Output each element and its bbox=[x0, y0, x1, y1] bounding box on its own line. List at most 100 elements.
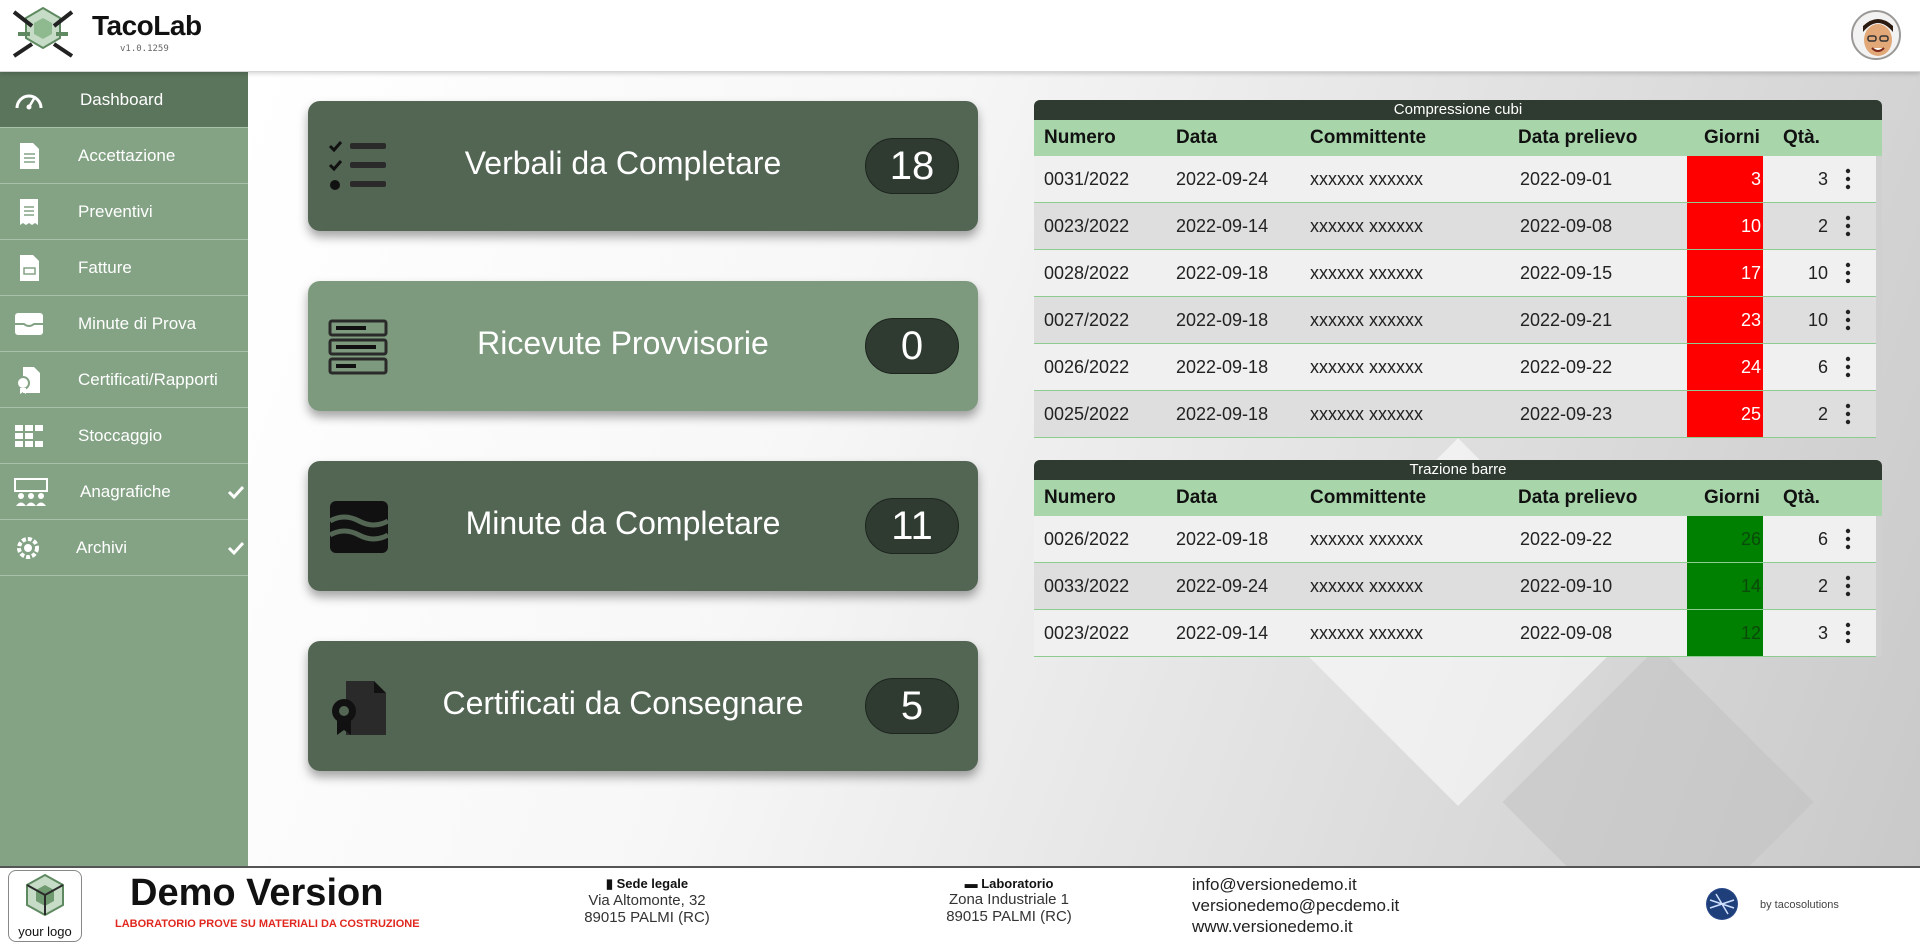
column-header-qta[interactable]: Qtà. bbox=[1783, 487, 1820, 509]
cell-giorni: 24 bbox=[1687, 344, 1763, 390]
column-header-numero[interactable]: Numero bbox=[1044, 487, 1116, 509]
footer: your logo Demo Version LABORATORIO PROVE… bbox=[0, 866, 1920, 942]
cell-committente: xxxxxx xxxxxx bbox=[1310, 576, 1424, 596]
table-row[interactable]: 0026/2022 2022-09-18 xxxxxx xxxxxx 2022-09-… bbox=[1034, 516, 1882, 563]
sidebar-item-accettazione[interactable]: Accettazione bbox=[0, 128, 248, 184]
cell-data-prelievo: 2022-09-15 bbox=[1520, 263, 1613, 283]
cell-committente: xxxxxx xxxxxx bbox=[1310, 216, 1424, 236]
certificate-icon bbox=[16, 367, 40, 394]
card-verbali-da-completare[interactable]: Verbali da Completare 18 bbox=[308, 101, 978, 231]
contact-website[interactable]: www.versionedemo.it bbox=[1192, 916, 1399, 937]
cell-data-prelievo: 2022-09-21 bbox=[1520, 310, 1613, 330]
table-header-row: Numero Data Committente Data prelievo Gi… bbox=[1034, 480, 1882, 516]
row-menu-kebab-icon[interactable] bbox=[1840, 575, 1856, 597]
app-version: v1.0.1259 bbox=[120, 44, 169, 54]
cell-numero: 0023/2022 bbox=[1044, 216, 1130, 236]
cell-giorni: 17 bbox=[1687, 250, 1763, 296]
user-avatar[interactable] bbox=[1851, 10, 1901, 60]
footer-lab-line1: Zona Industriale 1 bbox=[948, 891, 1070, 908]
footer-sede-heading: Sede legale bbox=[616, 876, 689, 891]
chevron-check-icon[interactable] bbox=[226, 538, 246, 558]
cell-qta: 3 bbox=[1817, 169, 1828, 189]
sidebar-item-certificati-rapporti[interactable]: Certificati/Rapporti bbox=[0, 352, 248, 408]
column-header-data[interactable]: Data bbox=[1176, 127, 1217, 149]
sidebar-item-label: Minute di Prova bbox=[78, 313, 197, 333]
sidebar-item-archivi[interactable]: Archivi bbox=[0, 520, 248, 576]
chevron-check-icon[interactable] bbox=[226, 482, 246, 502]
column-header-data[interactable]: Data bbox=[1176, 487, 1217, 509]
card-count-badge: 18 bbox=[865, 138, 959, 194]
cell-committente: xxxxxx xxxxxx bbox=[1310, 263, 1424, 283]
cell-giorni: 23 bbox=[1687, 297, 1763, 343]
column-header-data-prelievo[interactable]: Data prelievo bbox=[1518, 127, 1637, 149]
row-menu-kebab-icon[interactable] bbox=[1840, 309, 1856, 331]
footer-title: Demo Version bbox=[130, 872, 384, 914]
card-minute-da-completare[interactable]: Minute da Completare 11 bbox=[308, 461, 978, 591]
your-logo-placeholder: your logo bbox=[8, 870, 82, 942]
column-header-committente[interactable]: Committente bbox=[1310, 127, 1426, 149]
table-row[interactable]: 0023/2022 2022-09-14 xxxxxx xxxxxx 2022-09-… bbox=[1034, 203, 1882, 250]
column-header-giorni[interactable]: Giorni bbox=[1704, 487, 1760, 509]
row-menu-kebab-icon[interactable] bbox=[1840, 528, 1856, 550]
cell-numero: 0026/2022 bbox=[1044, 529, 1130, 549]
card-count-badge: 11 bbox=[865, 498, 959, 554]
row-menu-kebab-icon[interactable] bbox=[1840, 215, 1856, 237]
column-header-committente[interactable]: Committente bbox=[1310, 487, 1426, 509]
receipt-lines-icon bbox=[328, 319, 388, 375]
row-menu-kebab-icon[interactable] bbox=[1840, 262, 1856, 284]
cell-qta: 2 bbox=[1817, 576, 1828, 596]
column-header-giorni[interactable]: Giorni bbox=[1704, 127, 1760, 149]
table-compressione-cubi: Compressione cubi Numero Data Committent… bbox=[1034, 100, 1882, 438]
table-scrollbar[interactable] bbox=[1876, 156, 1882, 438]
column-header-qta[interactable]: Qtà. bbox=[1783, 127, 1820, 149]
row-menu-kebab-icon[interactable] bbox=[1840, 403, 1856, 425]
gauge-icon bbox=[15, 94, 43, 110]
table-row[interactable]: 0033/2022 2022-09-24 xxxxxx xxxxxx 2022-09-… bbox=[1034, 563, 1882, 610]
logo-caption: your logo bbox=[18, 924, 72, 939]
table-scrollbar[interactable] bbox=[1876, 516, 1882, 657]
cell-numero: 0028/2022 bbox=[1044, 263, 1130, 283]
card-certificati-da-consegnare[interactable]: Certificati da Consegnare 5 bbox=[308, 641, 978, 771]
table-body: 0026/2022 2022-09-18 xxxxxx xxxxxx 2022-09-… bbox=[1034, 516, 1882, 657]
card-count-badge: 0 bbox=[865, 318, 959, 374]
column-header-numero[interactable]: Numero bbox=[1044, 127, 1116, 149]
building-icon: ▮ bbox=[605, 876, 617, 891]
contact-pec[interactable]: versionedemo@pecdemo.it bbox=[1192, 895, 1399, 916]
table-row[interactable]: 0027/2022 2022-09-18 xxxxxx xxxxxx 2022-09-… bbox=[1034, 297, 1882, 344]
table-row[interactable]: 0028/2022 2022-09-18 xxxxxx xxxxxx 2022-09-… bbox=[1034, 250, 1882, 297]
top-header: TacoLab v1.0.1259 bbox=[0, 0, 1920, 72]
column-header-data-prelievo[interactable]: Data prelievo bbox=[1518, 487, 1637, 509]
app-brand-name: TacoLab bbox=[92, 10, 202, 41]
card-ricevute-provvisorie[interactable]: Ricevute Provvisorie 0 bbox=[308, 281, 978, 411]
sidebar-item-preventivi[interactable]: Preventivi bbox=[0, 184, 248, 240]
placeholder-logo-icon bbox=[26, 873, 64, 917]
row-menu-kebab-icon[interactable] bbox=[1840, 168, 1856, 190]
cell-giorni: 26 bbox=[1687, 516, 1763, 562]
footer-credit: by tacosolutions bbox=[1760, 899, 1839, 911]
cell-numero: 0023/2022 bbox=[1044, 623, 1130, 643]
invoice-icon bbox=[20, 255, 39, 281]
cell-qta: 6 bbox=[1817, 357, 1828, 377]
row-menu-kebab-icon[interactable] bbox=[1840, 356, 1856, 378]
table-row[interactable]: 0026/2022 2022-09-18 xxxxxx xxxxxx 2022-09-… bbox=[1034, 344, 1882, 391]
sidebar-item-label: Anagrafiche bbox=[80, 481, 171, 501]
users-icon bbox=[14, 478, 48, 506]
card-title: Minute da Completare bbox=[465, 505, 781, 541]
sidebar-item-minute-di-prova[interactable]: Minute di Prova bbox=[0, 296, 248, 352]
receipt-icon bbox=[20, 199, 38, 225]
sidebar-item-fatture[interactable]: Fatture bbox=[0, 240, 248, 296]
footer-sede-legale: ▮ Sede legale Via Altomonte, 32 89015 PA… bbox=[572, 876, 722, 926]
cell-data-prelievo: 2022-09-22 bbox=[1520, 357, 1613, 377]
sidebar-item-stoccaggio[interactable]: Stoccaggio bbox=[0, 408, 248, 464]
table-row[interactable]: 0023/2022 2022-09-14 xxxxxx xxxxxx 2022-09-… bbox=[1034, 610, 1882, 657]
cell-qta: 6 bbox=[1817, 529, 1828, 549]
cell-data-prelievo: 2022-09-10 bbox=[1520, 576, 1613, 596]
contact-email[interactable]: info@versionedemo.it bbox=[1192, 874, 1399, 895]
cell-numero: 0031/2022 bbox=[1044, 169, 1130, 189]
row-menu-kebab-icon[interactable] bbox=[1840, 622, 1856, 644]
checklist-icon bbox=[328, 141, 386, 190]
table-row[interactable]: 0031/2022 2022-09-24 xxxxxx xxxxxx 2022-09-… bbox=[1034, 156, 1882, 203]
sidebar-item-anagrafiche[interactable]: Anagrafiche bbox=[0, 464, 248, 520]
table-row[interactable]: 0025/2022 2022-09-18 xxxxxx xxxxxx 2022-09-… bbox=[1034, 391, 1882, 438]
sidebar-item-dashboard[interactable]: Dashboard bbox=[0, 72, 248, 128]
